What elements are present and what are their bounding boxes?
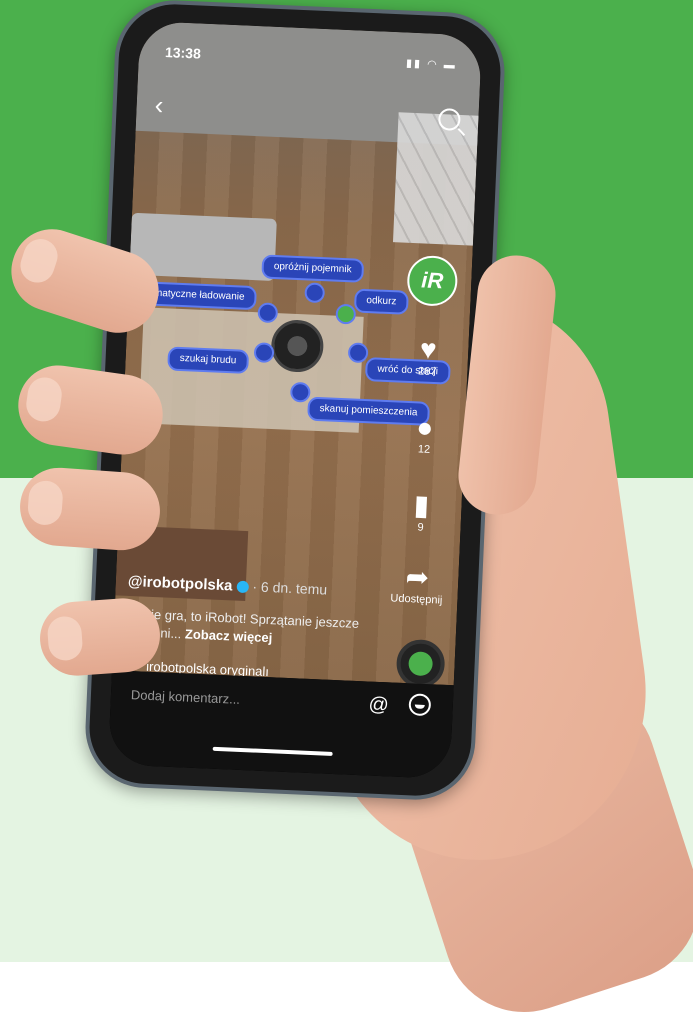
at-icon[interactable]: @ — [368, 694, 389, 718]
status-time: 13:38 — [164, 44, 202, 62]
share-label: Udostępnij — [390, 592, 443, 607]
label-vacuum: odkurz — [353, 288, 409, 315]
share-icon: ➦ — [404, 561, 430, 594]
emoji-icon[interactable] — [408, 693, 432, 717]
nail — [16, 234, 62, 287]
phone-screen: opróżnij pojemnik automatyczne ładowanie… — [107, 20, 483, 780]
label-find-dirt: szukaj brudu — [167, 346, 249, 374]
heart-icon: ♥ — [419, 333, 438, 366]
nail — [46, 615, 84, 662]
share-button[interactable]: ➦ Udostępnij — [381, 560, 453, 607]
label-empty-bin: opróżnij pojemnik — [261, 254, 365, 283]
home-indicator — [212, 746, 333, 756]
comment-input[interactable]: Dodaj komentarz... — [131, 687, 241, 707]
bottom-bar: Dodaj komentarz... @ — [107, 670, 454, 780]
back-icon[interactable]: ‹ — [154, 90, 164, 121]
see-more-link[interactable]: Zobacz więcej — [185, 626, 273, 645]
nail — [24, 375, 64, 424]
hex-tiles — [392, 112, 479, 246]
like-count: 287 — [417, 365, 437, 379]
status-icons: ▮▮ ◠ ▬ — [405, 57, 457, 72]
finger-3 — [17, 465, 163, 553]
finger-4 — [37, 595, 163, 679]
nail — [26, 479, 64, 527]
verified-icon — [236, 580, 249, 594]
comment-button[interactable]: ● 12 — [394, 410, 456, 457]
comment-count: 12 — [417, 443, 431, 456]
save-button[interactable]: ▮ 9 — [390, 488, 452, 535]
post-time: · 6 dn. temu — [252, 578, 328, 598]
like-button[interactable]: ♥ 287 — [397, 332, 459, 379]
save-count: 9 — [417, 521, 424, 534]
bookmark-icon: ▮ — [413, 489, 430, 521]
comment-icon: ● — [415, 411, 435, 444]
